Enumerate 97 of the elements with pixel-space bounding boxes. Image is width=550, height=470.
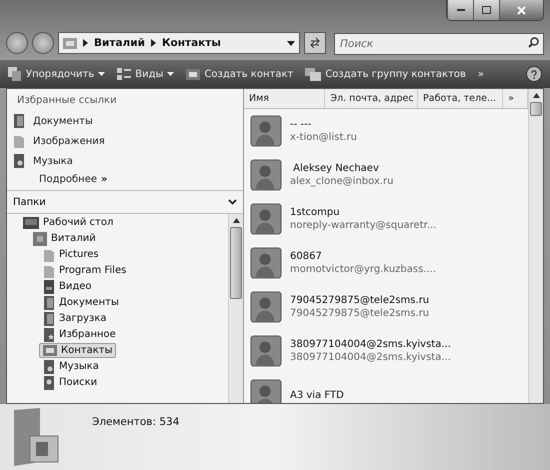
contact-avatar-icon xyxy=(250,335,282,367)
music-icon xyxy=(13,154,25,168)
folder-tree-item[interactable]: Поиски xyxy=(39,375,102,390)
breadcrumb-arrow-icon xyxy=(150,39,156,47)
close-button[interactable] xyxy=(499,0,543,20)
favorite-link[interactable]: Документы xyxy=(7,111,243,131)
document-icon xyxy=(43,312,55,326)
scrollbar[interactable] xyxy=(528,89,543,403)
search-folder-icon xyxy=(43,376,55,390)
contact-avatar-icon xyxy=(250,159,282,191)
search-field[interactable]: Поиск xyxy=(334,33,544,55)
video-icon xyxy=(43,280,55,294)
favorites-folder-icon xyxy=(43,328,55,342)
contact-email: 79045279875@tele2sms.ru xyxy=(290,308,430,319)
folder-tree-item[interactable]: Документы xyxy=(39,295,123,310)
contact-card-icon xyxy=(43,344,57,357)
item-count: Элементов: 534 xyxy=(92,416,180,430)
column-header[interactable]: Имя xyxy=(244,89,326,108)
column-header[interactable]: Работа, теле... xyxy=(418,89,504,108)
folder-tree-item[interactable]: Program Files xyxy=(39,263,130,278)
minimize-button[interactable] xyxy=(447,0,473,20)
maximize-button[interactable] xyxy=(473,0,499,20)
help-icon xyxy=(531,70,537,78)
contact-name: 380977104004@2sms.kyivsta... xyxy=(290,339,451,350)
contact-avatar-icon xyxy=(250,291,282,323)
contact-avatar-icon xyxy=(250,247,282,279)
contact-group-icon xyxy=(305,68,322,80)
folder-tree-item[interactable]: Pictures xyxy=(39,247,103,262)
document-icon xyxy=(13,114,25,128)
chevron-icon xyxy=(228,199,237,205)
favorite-link[interactable]: Изображения xyxy=(7,131,243,151)
breadcrumb-arrow-icon xyxy=(83,39,88,47)
close-icon xyxy=(517,6,526,14)
favorite-link[interactable]: Музыка xyxy=(7,151,243,171)
views-icon xyxy=(117,68,132,80)
contact-row[interactable]: 60867 momotvictor@yrg.kuzbass.... xyxy=(244,241,528,285)
scroll-up-icon[interactable] xyxy=(532,93,540,98)
folder-tree-item[interactable]: Видео xyxy=(39,279,96,294)
help-button[interactable] xyxy=(526,66,542,82)
contact-name: -- --- xyxy=(290,119,312,130)
scroll-up-icon[interactable] xyxy=(232,218,240,223)
contact-name: 1stcompu xyxy=(290,207,341,218)
document-icon xyxy=(43,296,55,310)
toolbar-button[interactable]: Виды xyxy=(117,68,174,80)
refresh-button[interactable] xyxy=(304,32,326,54)
folder-tree-item[interactable]: Загрузка xyxy=(39,311,111,326)
more-button[interactable]: » xyxy=(478,68,484,80)
folder-icon xyxy=(43,264,55,278)
back-button[interactable] xyxy=(6,32,28,54)
forward-button[interactable] xyxy=(32,32,54,54)
contact-row[interactable]: 1stcompu noreply-warranty@squaretr... xyxy=(244,197,528,241)
scroll-thumb[interactable] xyxy=(230,227,242,299)
organize-icon xyxy=(8,67,22,81)
contact-name: 79045279875@tele2sms.ru xyxy=(290,295,430,306)
folder-tree-item[interactable]: Избранное xyxy=(39,327,120,342)
minimize-icon xyxy=(456,9,464,11)
contact-email: noreply-warranty@squaretr... xyxy=(290,220,436,231)
search-icon[interactable] xyxy=(528,37,539,48)
contact-row[interactable]: Aleksey Nechaev alex_clone@inbox.ru xyxy=(244,153,528,197)
music-icon xyxy=(43,360,55,374)
contact-email: x-tion@list.ru xyxy=(290,132,357,143)
more-link[interactable]: Подробнее » xyxy=(7,171,243,190)
folders-header[interactable]: Папки xyxy=(7,190,243,214)
refresh-icon xyxy=(309,37,321,49)
toolbar-button[interactable]: Упорядочить xyxy=(8,67,106,81)
contact-card-icon xyxy=(63,36,77,50)
contact-name: 60867 xyxy=(290,251,323,262)
scroll-thumb[interactable] xyxy=(530,102,542,116)
contact-avatar-icon xyxy=(250,115,282,147)
column-header[interactable]: Эл. почта, адрес xyxy=(325,89,418,108)
contact-name: A3 via FTD xyxy=(290,390,344,400)
contact-avatar-icon xyxy=(250,203,282,235)
folder-tree-item[interactable]: Музыка xyxy=(39,359,103,374)
contact-row[interactable]: 79045279875@tele2sms.ru 79045279875@tele2sms.ru xyxy=(244,285,528,329)
contact-row[interactable]: 380977104004@2sms.kyivsta... 380977104004@2sms.kyivsta... xyxy=(244,329,528,373)
contact-row[interactable]: -- --- x-tion@list.ru xyxy=(244,109,528,153)
folder-icon xyxy=(13,134,25,148)
breadcrumb[interactable]: Виталий xyxy=(94,37,145,49)
maximize-icon xyxy=(482,6,491,14)
folder-tree-item[interactable]: Рабочий стол xyxy=(19,215,118,230)
breadcrumb[interactable]: Контакты xyxy=(162,37,221,49)
scrollbar[interactable] xyxy=(228,214,243,403)
folder-icon xyxy=(43,248,55,262)
desktop-icon xyxy=(23,216,39,228)
folder-tree-item[interactable]: Виталий xyxy=(29,231,100,246)
contact-email: 380977104004@2sms.kyivsta... xyxy=(290,352,451,363)
favorites-heading: Избранные ссылки xyxy=(16,94,118,108)
contact-email: alex_clone@inbox.ru xyxy=(290,176,394,187)
toolbar-button[interactable]: Создать группу контактов xyxy=(305,68,466,80)
toolbar-button[interactable]: Создать контакт xyxy=(186,68,294,80)
contact-card-icon xyxy=(186,68,200,80)
user-folder-icon xyxy=(33,232,47,246)
contact-name: Aleksey Nechaev xyxy=(292,163,380,174)
dropdown-icon[interactable] xyxy=(287,40,295,46)
address-bar[interactable]: Виталий Контакты xyxy=(58,32,300,54)
contact-email: momotvictor@yrg.kuzbass.... xyxy=(290,264,436,275)
folder-tree-item[interactable]: Контакты xyxy=(39,343,116,358)
